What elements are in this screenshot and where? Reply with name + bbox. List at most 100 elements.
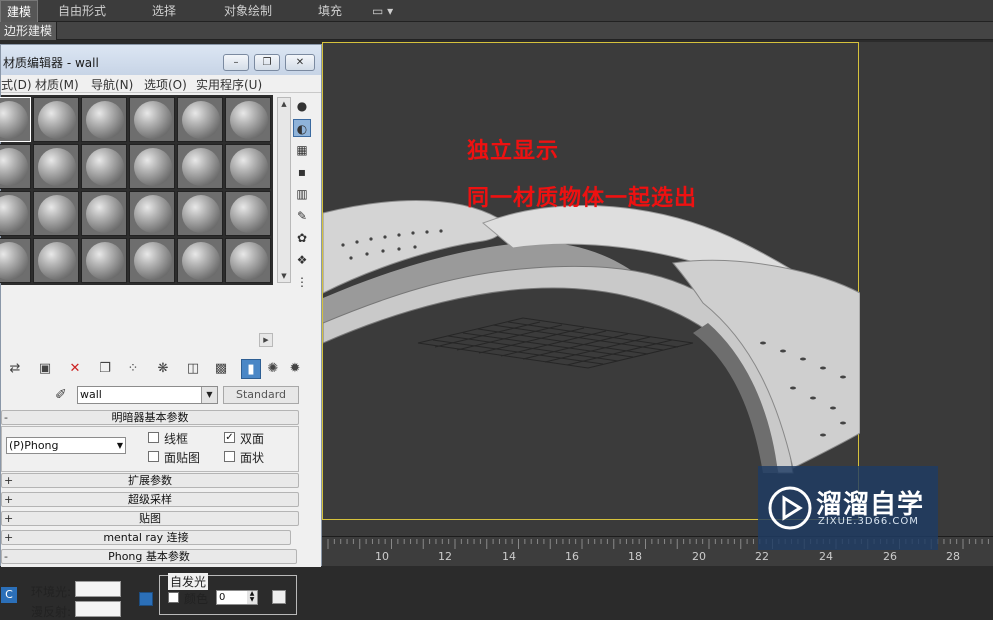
- material-sample-slot[interactable]: [33, 97, 79, 142]
- material-sample-slot[interactable]: [129, 238, 175, 283]
- material-sample-slot[interactable]: [225, 191, 271, 236]
- menu-material[interactable]: 材质(M): [35, 76, 79, 93]
- select-by-material-icon[interactable]: ❖: [293, 251, 311, 269]
- face-map-checkbox[interactable]: [148, 451, 159, 462]
- ribbon-tabs: 建模 自由形式 选择 对象绘制 填充 ▭ ▾: [0, 0, 993, 22]
- viewport-frame[interactable]: 独立显示 同一材质物体一起选出: [322, 42, 860, 520]
- menu-utilities[interactable]: 实用程序(U): [196, 76, 262, 93]
- material-sample-slot[interactable]: [33, 238, 79, 283]
- rollout-supersampling[interactable]: + 超级采样: [1, 492, 299, 507]
- material-sample-slot[interactable]: [33, 191, 79, 236]
- faceted-checkbox[interactable]: [224, 451, 235, 462]
- spinner-arrows-icon[interactable]: ▲ ▼: [247, 591, 257, 604]
- play-logo-icon: [768, 486, 812, 530]
- self-illum-map-button[interactable]: [272, 590, 286, 604]
- make-copy-icon[interactable]: ❐: [95, 359, 115, 379]
- material-map-navigator-icon[interactable]: ⋮: [293, 273, 311, 291]
- tab-selection[interactable]: 选择: [152, 0, 176, 22]
- rollout-shader-basic[interactable]: - 明暗器基本参数: [1, 410, 299, 425]
- pick-material-eyedropper-icon[interactable]: ✐: [55, 387, 67, 403]
- chevron-down-icon[interactable]: ▼: [201, 387, 217, 403]
- rollout-mental-ray[interactable]: + mental ray 连接: [1, 530, 291, 545]
- close-button[interactable]: ✕: [285, 54, 315, 71]
- material-sample-slot[interactable]: [81, 191, 127, 236]
- rollout-maps[interactable]: + 贴图: [1, 511, 299, 526]
- material-id-icon[interactable]: ◫: [183, 359, 203, 379]
- menu-mode[interactable]: 式(D): [1, 76, 32, 93]
- self-illum-color-label: 颜色: [184, 592, 209, 606]
- backlight-icon[interactable]: ◐: [293, 119, 311, 137]
- lock-icon[interactable]: [139, 592, 153, 606]
- material-sphere-preview: [38, 195, 76, 233]
- tick-label: 26: [883, 550, 897, 563]
- rollout-phong-basic[interactable]: - Phong 基本参数: [1, 549, 297, 564]
- self-illum-color-checkbox[interactable]: [168, 592, 179, 603]
- material-sample-slot[interactable]: [177, 97, 223, 142]
- expand-icon: +: [4, 531, 14, 544]
- lock-ambient-diffuse-icon[interactable]: C: [1, 587, 17, 603]
- options-icon[interactable]: ✿: [293, 229, 311, 247]
- reset-map-icon[interactable]: ✕: [65, 359, 85, 379]
- put-to-library-icon[interactable]: ❋: [153, 359, 173, 379]
- diffuse-color-swatch[interactable]: [75, 601, 121, 617]
- material-sphere-preview: [0, 101, 28, 139]
- material-sample-slot[interactable]: [177, 238, 223, 283]
- self-illum-spinner[interactable]: 0 ▲ ▼: [216, 590, 258, 605]
- video-color-check-icon[interactable]: ▥: [293, 185, 311, 203]
- material-sphere-preview: [230, 101, 268, 139]
- wire-checkbox[interactable]: [148, 432, 159, 443]
- material-sample-slot[interactable]: [0, 97, 31, 142]
- ribbon-options-icon[interactable]: ▭ ▾: [372, 0, 393, 22]
- material-sample-slot[interactable]: [177, 144, 223, 189]
- make-preview-icon[interactable]: ✎: [293, 207, 311, 225]
- material-sample-slot[interactable]: [0, 238, 31, 283]
- shader-type-select[interactable]: (P)Phong ▼: [6, 437, 126, 454]
- menu-options[interactable]: 选项(O): [144, 76, 187, 93]
- material-sample-slot[interactable]: [129, 191, 175, 236]
- material-sample-slot[interactable]: [0, 144, 31, 189]
- material-sample-slot[interactable]: [225, 238, 271, 283]
- annotation-isolate: 独立显示: [467, 138, 560, 164]
- show-end-result-icon[interactable]: ▮: [241, 359, 261, 379]
- make-unique-icon[interactable]: ⁘: [123, 359, 143, 379]
- go-forward-sibling-icon[interactable]: ✹: [285, 359, 305, 379]
- tab-object-paint[interactable]: 对象绘制: [224, 0, 272, 22]
- tab-modeling[interactable]: 建模: [0, 0, 39, 22]
- background-icon[interactable]: ▦: [293, 141, 311, 159]
- perspective-viewport[interactable]: 独立显示 同一材质物体一起选出: [322, 42, 993, 536]
- put-to-scene-icon[interactable]: ⇄: [5, 359, 25, 379]
- rollout-title: Phong 基本参数: [108, 550, 190, 563]
- collapse-icon: -: [4, 550, 8, 563]
- tab-populate[interactable]: 填充: [318, 0, 342, 22]
- material-sample-slot[interactable]: [225, 97, 271, 142]
- material-sample-slot[interactable]: [81, 97, 127, 142]
- material-sample-slot[interactable]: [33, 144, 79, 189]
- material-sphere-preview: [86, 242, 124, 280]
- poly-modeling-label[interactable]: 边形建模: [0, 22, 58, 40]
- tab-freeform[interactable]: 自由形式: [58, 0, 106, 22]
- material-sample-slot[interactable]: [81, 144, 127, 189]
- material-type-button[interactable]: Standard: [223, 386, 299, 404]
- scene-render: [323, 200, 860, 474]
- uv-tiling-icon[interactable]: ▪: [293, 163, 311, 181]
- menu-navigation[interactable]: 导航(N): [91, 76, 133, 93]
- show-map-icon[interactable]: ▩: [211, 359, 231, 379]
- two-sided-checkbox[interactable]: ✓: [224, 432, 235, 443]
- material-sphere-preview: [182, 195, 220, 233]
- material-editor-titlebar[interactable]: 材质编辑器 - wall – ❐ ✕: [1, 45, 321, 75]
- material-sample-slot[interactable]: [177, 191, 223, 236]
- assign-to-selection-icon[interactable]: ▣: [35, 359, 55, 379]
- material-name-field[interactable]: wall ▼: [77, 386, 218, 404]
- go-to-parent-icon[interactable]: ✺: [263, 359, 283, 379]
- scroll-right-icon[interactable]: ▶: [259, 333, 273, 347]
- ambient-color-swatch[interactable]: [75, 581, 121, 597]
- material-sample-slot[interactable]: [129, 97, 175, 142]
- material-sample-slot[interactable]: [0, 191, 31, 236]
- material-sample-slot[interactable]: [225, 144, 271, 189]
- minimize-button[interactable]: –: [223, 54, 249, 71]
- material-sample-slot[interactable]: [129, 144, 175, 189]
- material-sample-slot[interactable]: [81, 238, 127, 283]
- rollout-extended[interactable]: + 扩展参数: [1, 473, 299, 488]
- restore-button[interactable]: ❐: [254, 54, 280, 71]
- sample-type-icon[interactable]: ●: [293, 97, 311, 115]
